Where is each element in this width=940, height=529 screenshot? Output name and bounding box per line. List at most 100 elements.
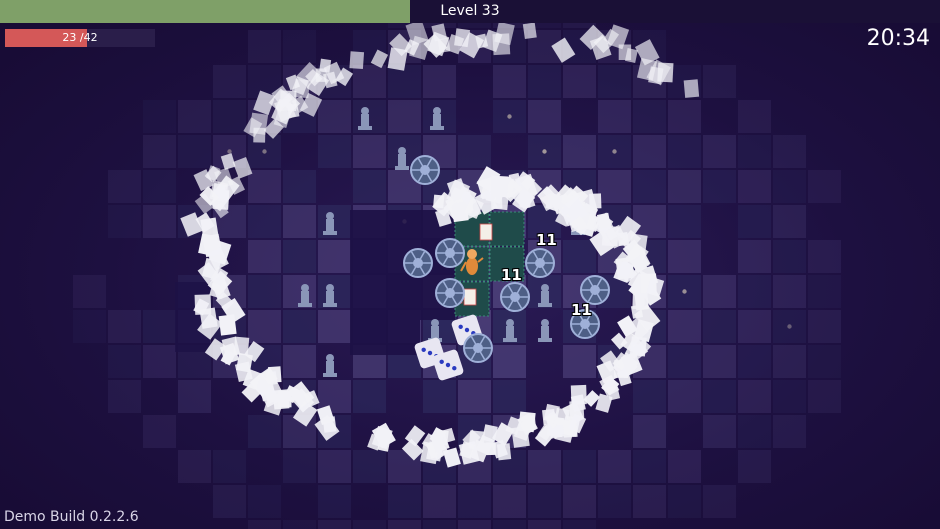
floor-tile (493, 345, 526, 378)
floor-tile (668, 380, 701, 413)
floor-tile (703, 275, 736, 308)
floor-tile (248, 205, 281, 238)
floor-tile (808, 310, 841, 343)
floor-tile (738, 100, 771, 133)
floor-tile (318, 485, 351, 518)
floor-tile (143, 310, 176, 343)
floor-tile (143, 170, 176, 203)
floor-tile (738, 345, 771, 378)
floor-tile (633, 135, 666, 168)
floor-tile (353, 170, 386, 203)
floor-tile (633, 170, 666, 203)
floor-tile (563, 520, 596, 529)
floor-tile (248, 170, 281, 203)
card-projectile (492, 33, 511, 56)
floor-tile (808, 170, 841, 203)
card-projectile (523, 415, 537, 431)
enemy-wheel (435, 278, 465, 308)
floor-tile (283, 450, 316, 483)
floor-tile (738, 240, 771, 273)
floor-tile (703, 415, 736, 448)
enemy-wheel (463, 333, 493, 363)
floor-tile (318, 310, 351, 343)
floor-tile (318, 450, 351, 483)
floor-tile (773, 240, 806, 273)
floor-tile (528, 65, 561, 98)
floor-tile (738, 170, 771, 203)
floor-tile (633, 485, 666, 518)
floor-tile (703, 485, 736, 518)
health-label: 23 /42 (62, 31, 98, 44)
floor-tile (528, 485, 561, 518)
floor-tile (563, 135, 596, 168)
floor-tile (283, 520, 316, 529)
floor-card (479, 223, 493, 241)
card-projectile (490, 194, 503, 209)
floor-tile (73, 275, 106, 308)
floor-tile (283, 240, 316, 273)
floor-tile (248, 485, 281, 518)
floor-tile (598, 100, 631, 133)
card-projectile (349, 51, 365, 70)
card-projectile (683, 79, 700, 98)
floor-tile (633, 205, 666, 238)
floor-tile (108, 310, 141, 343)
floor-tile (353, 65, 386, 98)
floor-tile (563, 345, 596, 378)
floor-tile (808, 380, 841, 413)
chess-piece (538, 319, 552, 342)
card-projectile (218, 314, 237, 336)
card-projectile (280, 90, 297, 111)
floor-tile (108, 205, 141, 238)
floor-tile (318, 520, 351, 529)
floor-tile (318, 135, 351, 168)
floor-tile (213, 65, 246, 98)
floor-tile (458, 520, 491, 529)
floor-tile (283, 310, 316, 343)
floor-tile (703, 380, 736, 413)
candle-light (507, 114, 512, 119)
floor-tile (668, 485, 701, 518)
floor-tile (668, 450, 701, 483)
floor-tile (633, 415, 666, 448)
floor-tile (773, 135, 806, 168)
floor-tile (248, 415, 281, 448)
floor-tile (773, 345, 806, 378)
candle-light (227, 149, 232, 154)
floor-tile (248, 310, 281, 343)
floor-tile (178, 380, 211, 413)
xp-bar: Level 33 (0, 0, 940, 23)
floor-tile (108, 345, 141, 378)
floor-tile (388, 485, 421, 518)
floor-tile (738, 450, 771, 483)
floor-tile (178, 450, 211, 483)
floor-tile (703, 310, 736, 343)
floor-tile (808, 345, 841, 378)
enemy-wheel (525, 248, 555, 278)
card-projectile (253, 127, 266, 143)
floor-tile (808, 275, 841, 308)
floor-tile (248, 520, 281, 529)
floor-tile (773, 170, 806, 203)
floor-tile (143, 100, 176, 133)
floor-tile (353, 380, 386, 413)
floor-tile (213, 100, 246, 133)
floor-tile (178, 135, 211, 168)
floor-tile (283, 30, 316, 63)
floor-tile (633, 450, 666, 483)
damage-number: 11 (501, 266, 522, 284)
game-world (73, 0, 841, 529)
floor-tile (773, 415, 806, 448)
health-bar: 23 /42 (5, 29, 155, 47)
floor-tile (773, 380, 806, 413)
floor-tile (703, 345, 736, 378)
card-projectile (236, 352, 253, 373)
floor-tile (528, 100, 561, 133)
card-projectile (490, 175, 509, 198)
floor-tile (318, 240, 351, 273)
floor-tile (598, 65, 631, 98)
enemy-wheel (435, 238, 465, 268)
floor-tile (668, 310, 701, 343)
enemy-wheel (410, 155, 440, 185)
floor-tile (318, 100, 351, 133)
